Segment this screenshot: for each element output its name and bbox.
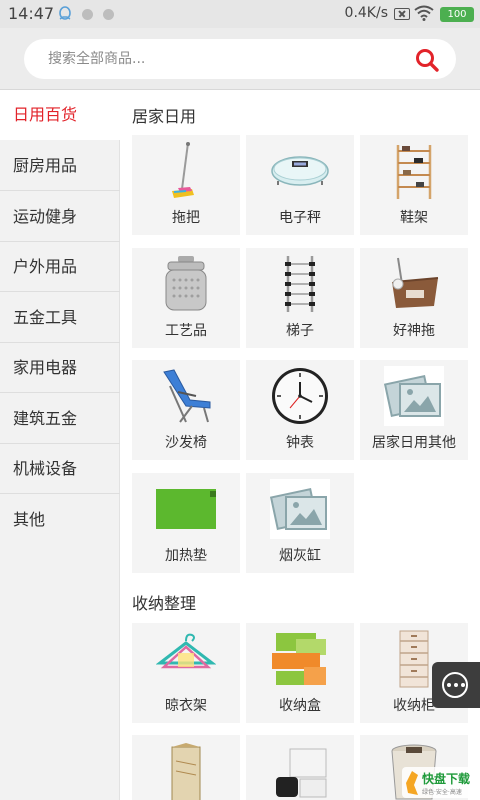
- scale-icon: [271, 156, 329, 186]
- spin-mop-icon: [392, 257, 439, 308]
- product-card-mop[interactable]: 拖把: [132, 135, 240, 235]
- sidebar-item-fitness[interactable]: 运动健身: [0, 192, 120, 242]
- wifi-icon: [414, 5, 434, 21]
- watermark-logo: 快盘下载 绿色·安全·高速: [402, 767, 478, 798]
- product-label: 拖把: [172, 210, 200, 226]
- section-title: 居家日用: [132, 107, 197, 126]
- product-label: 钟表: [286, 435, 314, 451]
- product-label: 加热垫: [165, 548, 207, 564]
- no-sim-icon: [394, 8, 410, 20]
- product-card-heating-pad[interactable]: 加热垫: [132, 473, 240, 573]
- product-card-ladder[interactable]: 梯子: [246, 248, 354, 348]
- heating-pad-icon: [156, 489, 216, 529]
- placeholder-image-icon: [270, 479, 330, 539]
- net-speed: 0.4K/s: [344, 5, 388, 21]
- svg-text:绿色·安全·高速: 绿色·安全·高速: [422, 788, 462, 796]
- product-card-ashtray[interactable]: 烟灰缸: [246, 473, 354, 573]
- product-card-crafts[interactable]: 工艺品: [132, 248, 240, 348]
- wardrobe-icon: [171, 743, 201, 800]
- clock-icon: [272, 368, 328, 424]
- svg-text:快盘下载: 快盘下载: [422, 771, 470, 786]
- qq-icon: [59, 6, 71, 20]
- storage-box-icon: [272, 633, 326, 685]
- product-card-clock[interactable]: 钟表: [246, 360, 354, 460]
- shoe-rack-icon: [396, 145, 432, 199]
- search-box[interactable]: [24, 39, 456, 79]
- search-input[interactable]: [48, 39, 398, 79]
- product-label: 梯子: [286, 323, 314, 339]
- product-card-lounge-chair[interactable]: 沙发椅: [132, 360, 240, 460]
- sidebar-item-daily-goods[interactable]: 日用百货: [0, 90, 120, 140]
- product-label: 烟灰缸: [279, 548, 321, 564]
- floating-menu-button[interactable]: [432, 662, 480, 708]
- sidebar-item-outdoor[interactable]: 户外用品: [0, 242, 120, 292]
- product-label: 好神拖: [393, 323, 435, 339]
- product-card-storage-box[interactable]: 收纳盒: [246, 623, 354, 723]
- product-label: 工艺品: [165, 323, 207, 339]
- product-card-scale[interactable]: 电子秤: [246, 135, 354, 235]
- product-card-spin-mop[interactable]: 好神拖: [360, 248, 468, 348]
- vacuum-bag-icon: [276, 748, 327, 798]
- status-time: 14:47: [8, 4, 55, 23]
- category-sidebar: 日用百货 厨房用品 运动健身 户外用品 五金工具 家用电器 建筑五金 机械设备 …: [0, 90, 120, 800]
- placeholder-image-icon: [384, 366, 444, 426]
- sidebar-item-appliances[interactable]: 家用电器: [0, 343, 120, 393]
- hanger-icon: [156, 633, 216, 669]
- product-card-vacuum-bag[interactable]: [246, 735, 354, 800]
- ladder-icon: [285, 256, 315, 312]
- product-label: 收纳盒: [279, 698, 321, 714]
- product-content: 居家日用 拖把 电子秤 鞋架 工艺品 梯子 好神拖 沙发椅 钟表 居家日用其他 …: [120, 90, 480, 800]
- status-bar: 14:47 0.4K/s 100: [0, 0, 480, 28]
- search-icon[interactable]: [414, 47, 440, 73]
- sidebar-item-hardware-tools[interactable]: 五金工具: [0, 293, 120, 343]
- product-card-home-other[interactable]: 居家日用其他: [360, 360, 468, 460]
- dots-icon: [447, 683, 465, 687]
- product-card-hanger[interactable]: 晾衣架: [132, 623, 240, 723]
- product-label: 电子秤: [279, 210, 321, 226]
- sidebar-item-building-hardware[interactable]: 建筑五金: [0, 394, 120, 444]
- notification-dot-icon: [82, 9, 93, 20]
- product-card-wardrobe[interactable]: [132, 735, 240, 800]
- product-label: 沙发椅: [165, 435, 207, 451]
- sidebar-item-kitchen[interactable]: 厨房用品: [0, 141, 120, 191]
- lounge-chair-icon: [163, 369, 211, 423]
- battery-icon: 100: [440, 7, 474, 22]
- section-title: 收纳整理: [132, 594, 197, 613]
- product-label: 鞋架: [400, 210, 428, 226]
- notification-dot-icon: [103, 9, 114, 20]
- search-header: [0, 28, 480, 90]
- sidebar-item-machinery[interactable]: 机械设备: [0, 444, 120, 494]
- product-label: 晾衣架: [165, 698, 207, 714]
- mop-icon: [172, 142, 194, 198]
- sidebar-item-other[interactable]: 其他: [0, 495, 120, 545]
- product-label: 居家日用其他: [372, 435, 456, 451]
- product-card-shoe-rack[interactable]: 鞋架: [360, 135, 468, 235]
- canister-icon: [165, 256, 207, 311]
